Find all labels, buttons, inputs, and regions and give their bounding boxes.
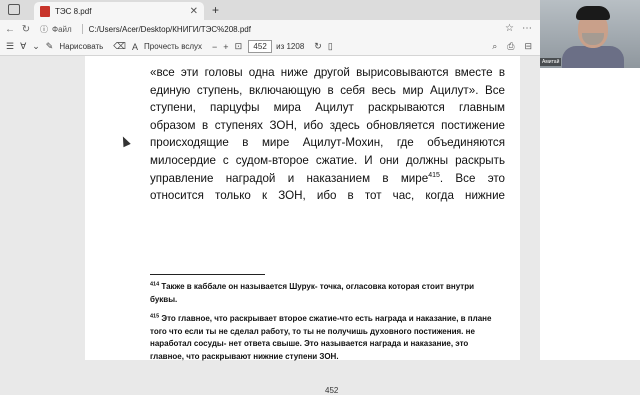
- text-line-tail: . Все это: [439, 171, 505, 185]
- text-line: «все эти головы одна ниже другой вырисов…: [150, 66, 505, 79]
- page-total: из 1208: [276, 42, 305, 51]
- window-menu-icon[interactable]: [8, 4, 20, 15]
- file-label: Файл: [52, 24, 72, 34]
- webcam-person-cap: [576, 6, 610, 20]
- draw-button[interactable]: Нарисовать: [59, 42, 103, 51]
- chevron-down-icon[interactable]: ⌄: [32, 41, 40, 52]
- pdf-toolbar: ☰ ∀ ⌄ ✎ Нарисовать ⌫ A Прочесть вслух − …: [0, 38, 540, 56]
- text-line: ступени, парцуфы мира Ацилут раскрываютс…: [150, 101, 505, 115]
- tab-pdf[interactable]: ТЭС 8.pdf ✕: [34, 2, 204, 20]
- text-line-part: управление наградой и наказанием в мире: [150, 171, 429, 185]
- text-line: относится только к ЗОН, ибо в тот час, к…: [150, 189, 505, 203]
- menu-icon[interactable]: ⋯: [522, 23, 532, 34]
- save-icon[interactable]: ⊟: [524, 41, 532, 52]
- draw-icon[interactable]: ✎: [46, 41, 54, 52]
- footnote-text: Это главное, что раскрывает второе сжати…: [150, 314, 492, 361]
- contents-icon[interactable]: ☰: [6, 41, 14, 52]
- footnote-414: 414 Также в каббале он называется Шурук-…: [150, 281, 502, 306]
- text-line: милосердие с судом-второе сжатие. И они …: [150, 153, 505, 167]
- footnote-text: Также в каббале он называется Шурук- точ…: [150, 282, 475, 304]
- page-number: 452: [325, 386, 339, 395]
- url-text[interactable]: C:/Users/Acer/Desktop/КНИГИ/ТЭС%208.pdf: [89, 25, 251, 34]
- text-line: происходящие в мире Ацилут-Мохин, где об…: [150, 136, 505, 150]
- footnote-415: 415 Это главное, что раскрывает второе с…: [150, 313, 502, 363]
- address-bar: ← ↻ ⓘ Файл C:/Users/Acer/Desktop/КНИГИ/Т…: [0, 20, 540, 38]
- viewer-margin-left: [0, 56, 85, 360]
- url-field[interactable]: ⓘ Файл C:/Users/Acer/Desktop/КНИГИ/ТЭС%2…: [40, 24, 251, 35]
- text-line-footnote-ref: управление наградой и наказанием в мире4…: [150, 170, 505, 188]
- footnote-number: 414: [150, 281, 160, 288]
- back-icon[interactable]: ←: [4, 24, 16, 35]
- read-aloud-icon[interactable]: A: [132, 42, 138, 52]
- pdf-icon: [40, 5, 50, 17]
- refresh-icon[interactable]: ↻: [20, 24, 32, 35]
- webcam-name-label: Амитай: [540, 58, 562, 66]
- text-line: единую ступень, включающую в себя весь м…: [150, 83, 505, 97]
- footnote-divider: [150, 274, 265, 275]
- right-white-panel: [540, 68, 640, 360]
- pdf-page: «все эти головы одна ниже другой вырисов…: [85, 56, 520, 395]
- star-icon[interactable]: ☆: [505, 23, 514, 34]
- search-icon[interactable]: ⌕: [492, 41, 497, 52]
- highlight-icon[interactable]: ∀: [20, 41, 26, 52]
- text-line: образом в ступенях ЗОН, ибо здесь обновл…: [150, 118, 505, 132]
- tab-title: ТЭС 8.pdf: [55, 6, 92, 16]
- page-view-icon[interactable]: ▯: [328, 41, 333, 52]
- viewer-margin-right: [520, 56, 540, 360]
- footnote-number: 415: [150, 313, 160, 320]
- info-icon[interactable]: ⓘ: [40, 24, 48, 35]
- webcam-person-body: [562, 46, 624, 68]
- zoom-out-icon[interactable]: −: [212, 42, 217, 52]
- divider: [81, 24, 83, 34]
- close-tab-icon[interactable]: ✕: [190, 6, 198, 17]
- tab-bar: ТЭС 8.pdf ✕ +: [0, 0, 540, 20]
- body-text: «все эти головы одна ниже другой вырисов…: [150, 64, 505, 205]
- read-aloud-button[interactable]: Прочесть вслух: [144, 42, 202, 51]
- footnote-ref[interactable]: 415: [428, 172, 440, 179]
- erase-icon[interactable]: ⌫: [113, 41, 126, 52]
- new-tab-button[interactable]: +: [212, 3, 219, 17]
- page-number-input[interactable]: 452: [248, 40, 273, 53]
- rotate-icon[interactable]: ↻: [314, 41, 322, 52]
- zoom-in-icon[interactable]: +: [223, 42, 228, 52]
- print-icon[interactable]: ⎙: [507, 41, 514, 52]
- fit-page-icon[interactable]: ⊡: [235, 41, 243, 52]
